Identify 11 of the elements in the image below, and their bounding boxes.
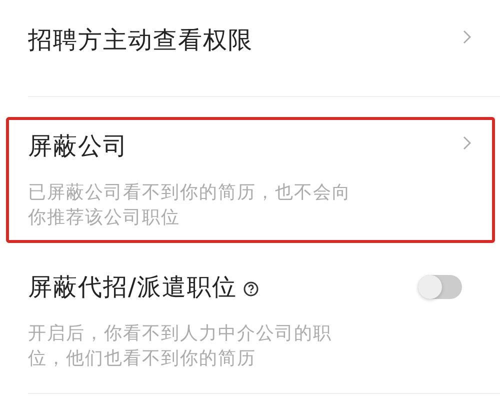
setting-title: 招聘方主动查看权限 — [28, 25, 253, 56]
setting-description: 位，他们也看不到你的简历 — [28, 347, 257, 371]
setting-description: 开启后，你看不到人力中介公司的职 — [28, 322, 333, 346]
help-icon[interactable] — [243, 281, 260, 297]
toggle-switch[interactable] — [418, 275, 462, 299]
setting-title: 屏蔽代招/派遣职位 — [28, 272, 238, 303]
chevron-right-icon[interactable] — [462, 29, 472, 45]
setting-title: 屏蔽公司 — [28, 131, 128, 162]
setting-description: 已屏蔽公司看不到你的简历，也不会向 — [28, 181, 352, 205]
chevron-right-icon[interactable] — [462, 135, 472, 151]
setting-description: 你推荐该公司职位 — [28, 206, 181, 230]
